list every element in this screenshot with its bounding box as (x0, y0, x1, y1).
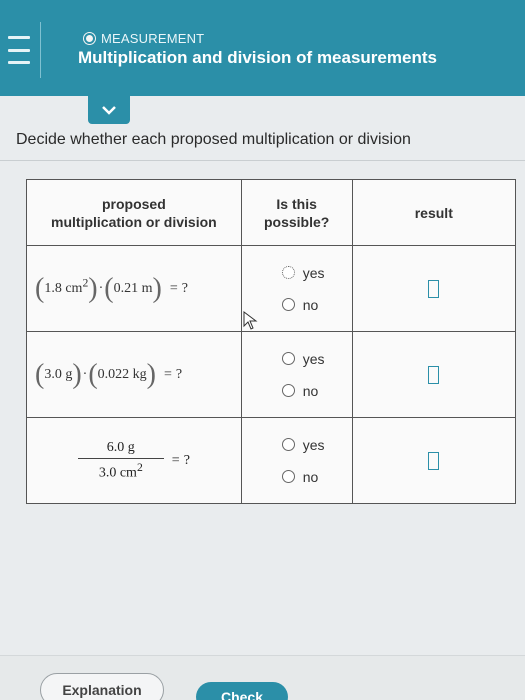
expression: (3.0 g)·(0.022 kg) =? (35, 358, 183, 390)
result-cell (351, 331, 517, 418)
factor-a: 1.8 cm (44, 280, 83, 296)
option-no-label: no (302, 296, 319, 313)
radio-yes[interactable] (281, 266, 295, 279)
option-no-label: no (302, 382, 319, 399)
option-yes[interactable]: yes (281, 350, 352, 367)
menu-icon[interactable] (8, 36, 30, 64)
result-cell (351, 417, 517, 504)
option-no[interactable]: no (281, 468, 352, 485)
radio-yes[interactable] (281, 438, 295, 451)
expression-cell: (1.8 cm2)·(0.21 m) =? (26, 245, 242, 332)
equals-sign: = (171, 452, 180, 468)
header-proposed: proposed multiplication or division (26, 179, 242, 246)
question-mark: ? (183, 452, 190, 468)
option-yes-label: yes (302, 350, 325, 367)
exponent: 2 (136, 460, 143, 474)
result-cell (351, 245, 517, 332)
expression-cell: (3.0 g)·(0.022 kg) =? (26, 331, 242, 418)
header-proposed-line1: proposed (101, 195, 166, 212)
radio-no[interactable] (281, 470, 295, 483)
collapse-toggle[interactable] (88, 96, 130, 124)
option-no[interactable]: no (281, 296, 352, 313)
equals-sign: = (163, 366, 172, 382)
factor-b: 0.022 kg (97, 366, 147, 382)
option-yes[interactable]: yes (281, 436, 352, 453)
result-input[interactable] (428, 451, 440, 470)
table-row: 6.0 g 3.0 cm2 =? yes no (26, 417, 517, 504)
radio-yes[interactable] (281, 352, 295, 365)
question-mark: ? (175, 366, 183, 382)
table-row: (1.8 cm2)·(0.21 m) =? yes no (26, 245, 517, 332)
header-possible-line2: possible? (263, 213, 330, 230)
option-yes-label: yes (302, 436, 325, 453)
denominator: 3.0 cm2 (99, 459, 143, 482)
page-title: Multiplication and division of measureme… (78, 48, 437, 67)
denominator-value: 3.0 cm (98, 465, 137, 481)
explanation-button[interactable]: Explanation (40, 673, 164, 700)
header-proposed-line2: multiplication or division (51, 213, 217, 230)
option-no-label: no (302, 468, 319, 485)
cursor-icon (243, 311, 258, 330)
factor-b: 0.21 m (113, 280, 153, 296)
chevron-down-icon (102, 106, 116, 115)
separator (0, 160, 525, 161)
equals-sign: = (169, 280, 178, 296)
option-yes-label: yes (302, 264, 325, 281)
fraction: 6.0 g 3.0 cm2 (77, 439, 164, 482)
option-yes[interactable]: yes (281, 264, 352, 281)
radio-no[interactable] (281, 384, 295, 397)
possible-cell: yes no (240, 417, 353, 504)
expression-cell: 6.0 g 3.0 cm2 =? (26, 417, 242, 504)
option-no[interactable]: no (281, 382, 352, 399)
header-possible-line1: Is this (276, 195, 317, 212)
header-divider (40, 22, 41, 78)
topic-text: MEASUREMENT (101, 31, 205, 46)
possible-cell: yes no (240, 331, 353, 418)
header-possible: Is this possible? (240, 179, 353, 246)
header-result: result (351, 179, 517, 246)
factor-a: 3.0 g (44, 366, 73, 382)
expression: (1.8 cm2)·(0.21 m) =? (35, 272, 188, 304)
question-mark: ? (181, 280, 188, 296)
topic-label: MEASUREMENT (84, 31, 204, 46)
radio-no[interactable] (281, 298, 295, 311)
fraction-expression: 6.0 g 3.0 cm2 =? (27, 440, 241, 482)
instruction-text: Decide whether each proposed multiplicat… (16, 131, 411, 148)
result-input[interactable] (428, 279, 440, 298)
table-row: (3.0 g)·(0.022 kg) =? yes no (26, 331, 517, 418)
answer-table: proposed multiplication or division Is t… (26, 179, 517, 504)
app-header: MEASUREMENT Multiplication and division … (0, 0, 525, 96)
check-button[interactable]: Check (196, 682, 288, 700)
numerator: 6.0 g (106, 439, 135, 455)
topic-dot-icon (84, 33, 95, 44)
result-input[interactable] (428, 365, 440, 384)
